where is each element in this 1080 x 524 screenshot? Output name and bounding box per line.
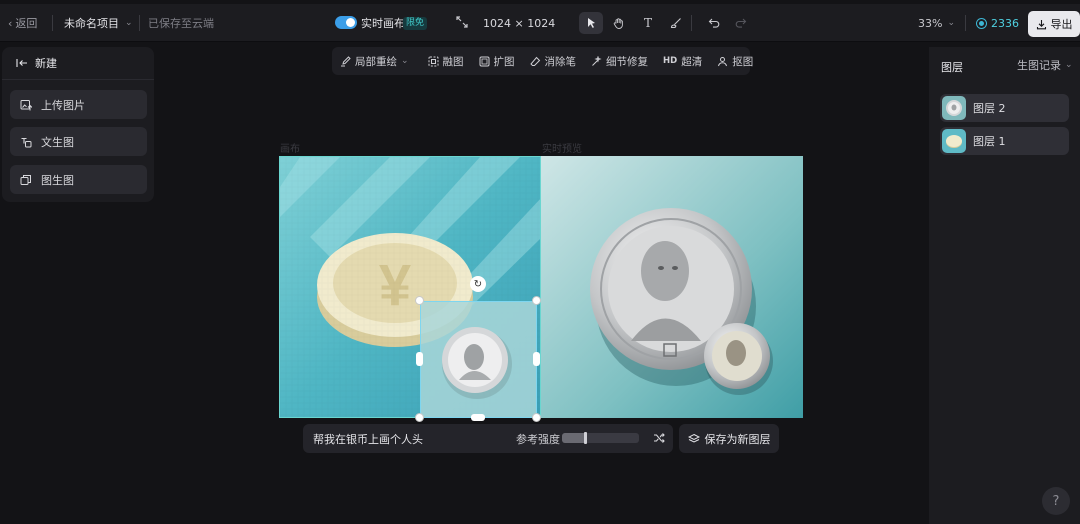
- credit-coin-icon: [977, 18, 986, 28]
- eraser-button[interactable]: 消除笔: [529, 54, 576, 69]
- rotate-handle[interactable]: ↻: [470, 276, 486, 292]
- free-badge: 限免: [403, 17, 428, 30]
- right-panel: 图层 生图记录 ⌄ 图层 2 图层 1: [929, 47, 1080, 524]
- slider-fill: [562, 433, 586, 443]
- image-to-image-icon: [20, 174, 31, 185]
- blend-icon: [428, 56, 439, 66]
- divider: [52, 15, 53, 31]
- generation-history-dropdown[interactable]: 生图记录 ⌄: [1017, 57, 1073, 73]
- credits-balance[interactable]: 2336: [977, 4, 1019, 42]
- divider: [139, 15, 140, 31]
- resize-handle[interactable]: [471, 414, 485, 421]
- resize-handle[interactable]: [415, 413, 424, 422]
- resize-handle[interactable]: [415, 296, 424, 305]
- hand-icon[interactable]: [607, 12, 631, 34]
- export-button[interactable]: 导出: [1028, 11, 1080, 37]
- layers-title: 图层: [941, 61, 963, 74]
- collapse-arrow-icon: [16, 59, 27, 67]
- upload-image-button[interactable]: 上传图片: [10, 90, 147, 119]
- chevron-down-icon: ⌄: [1065, 60, 1073, 70]
- resize-handle[interactable]: [532, 413, 541, 422]
- layer-item[interactable]: 图层 1: [940, 127, 1069, 155]
- download-icon: [1036, 19, 1046, 29]
- resize-icon[interactable]: [456, 16, 468, 28]
- canvas-label: 画布: [280, 144, 300, 155]
- text-to-image-icon: [21, 137, 32, 147]
- hd-icon: HD: [663, 56, 678, 66]
- inpaint-button[interactable]: 局部重绘 ⌄: [340, 54, 409, 69]
- text-to-image-button[interactable]: 文生图: [10, 127, 147, 156]
- layers-icon: [687, 433, 700, 443]
- realtime-label: 实时画布: [361, 17, 405, 30]
- eraser-icon: [529, 56, 540, 66]
- slider-thumb[interactable]: [584, 432, 588, 444]
- detail-fix-button[interactable]: 细节修复: [591, 54, 648, 69]
- expand-icon: [479, 56, 490, 66]
- brush-icon[interactable]: [664, 12, 688, 34]
- image-to-image-button[interactable]: 图生图: [10, 165, 147, 194]
- new-button[interactable]: 新建: [2, 47, 154, 80]
- project-name-dropdown[interactable]: 未命名项目 ⌄: [64, 4, 133, 42]
- top-bar: ‹ 返回 未命名项目 ⌄ 已保存至云端 实时画布 限免 1024 × 1024 …: [0, 4, 1080, 42]
- chevron-down-icon: ⌄: [125, 18, 133, 28]
- cutout-icon: [718, 56, 728, 66]
- left-panel: 新建 上传图片 文生图 图生图: [2, 47, 154, 202]
- inpaint-icon: [341, 55, 351, 66]
- layer-thumbnail: [942, 129, 966, 153]
- resize-handle[interactable]: [533, 352, 540, 366]
- edit-toolbar: 局部重绘 ⌄ 融图 扩图 消除笔 细节修复 HD 超清 抠图: [332, 47, 753, 75]
- chevron-down-icon: ⌄: [401, 56, 409, 66]
- detail-fix-icon: [592, 55, 602, 66]
- help-button[interactable]: ?: [1042, 487, 1070, 515]
- select-icon[interactable]: [579, 12, 603, 34]
- undo-icon[interactable]: [702, 12, 726, 34]
- realtime-toggle[interactable]: [335, 16, 357, 29]
- divider: [691, 15, 692, 31]
- upload-image-icon: [20, 99, 32, 110]
- hd-button[interactable]: HD 超清: [663, 54, 702, 69]
- layer-item[interactable]: 图层 2: [940, 94, 1069, 122]
- save-as-new-layer-button[interactable]: 保存为新图层: [679, 424, 779, 453]
- divider: [965, 15, 966, 31]
- preview-label: 实时预览: [542, 144, 582, 155]
- back-button[interactable]: ‹ 返回: [8, 4, 37, 42]
- expand-button[interactable]: 扩图: [479, 54, 515, 69]
- resize-handle[interactable]: [416, 352, 423, 366]
- blend-button[interactable]: 融图: [428, 54, 464, 69]
- selected-layer-box[interactable]: [420, 301, 537, 418]
- cutout-button[interactable]: 抠图: [717, 54, 753, 69]
- resize-handle[interactable]: [532, 296, 541, 305]
- reference-strength-slider[interactable]: [562, 432, 639, 444]
- redo-icon[interactable]: [729, 12, 753, 34]
- chevron-left-icon: ‹: [8, 16, 13, 30]
- realtime-preview: [541, 156, 803, 418]
- text-icon[interactable]: T: [636, 12, 660, 34]
- layer-thumbnail: [942, 96, 966, 120]
- zoom-dropdown[interactable]: 33% ⌄: [918, 4, 955, 42]
- chevron-down-icon: ⌄: [947, 18, 955, 28]
- shuffle-icon[interactable]: [651, 430, 667, 446]
- reference-strength-label: 参考强度: [516, 432, 560, 446]
- save-status: 已保存至云端: [148, 17, 214, 30]
- canvas-size[interactable]: 1024 × 1024: [483, 4, 555, 42]
